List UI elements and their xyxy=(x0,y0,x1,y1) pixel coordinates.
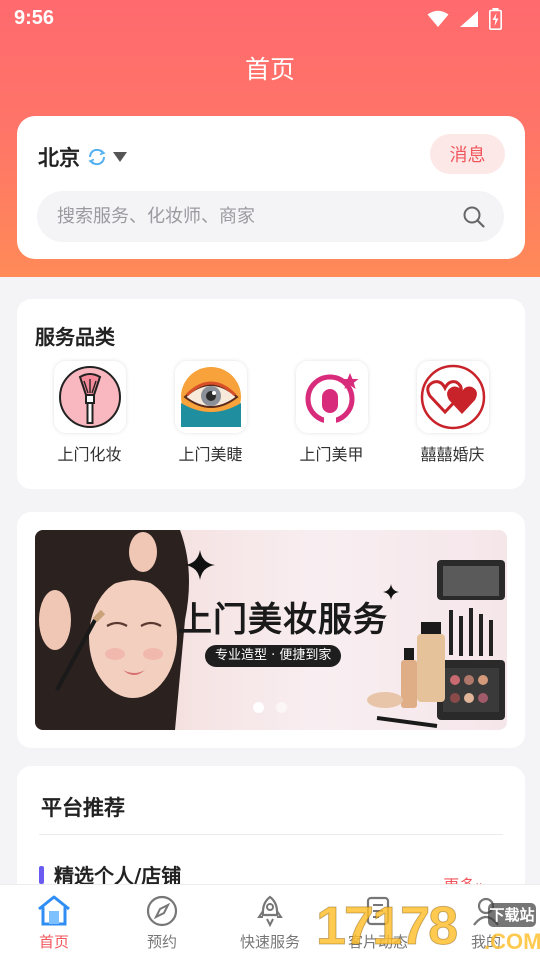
service-item-label: 上门美甲 xyxy=(299,445,364,464)
banner-subtitle: 专业造型 · 便捷到家 xyxy=(205,645,342,667)
service-category-grid: 上门化妆 上门美睫 上门美甲 囍囍婚庆 xyxy=(17,361,525,465)
wifi-icon xyxy=(427,10,449,27)
banner-title: 上门美妆服务 xyxy=(178,600,388,640)
status-time: 9:56 xyxy=(14,7,55,29)
cosmetics-illustration xyxy=(367,560,505,728)
status-icons xyxy=(427,8,502,30)
banner-pagination[interactable] xyxy=(253,702,287,713)
refresh-location-icon[interactable] xyxy=(86,146,108,168)
section-accent-bar xyxy=(39,865,44,884)
site-watermark: 17178 下载站 .COM xyxy=(315,893,540,960)
nail-icon xyxy=(295,361,368,433)
search-icon[interactable] xyxy=(462,205,486,233)
promo-banner[interactable]: 上门美妆服务 专业造型 · 便捷到家 xyxy=(35,530,507,730)
nav-label: 首页 xyxy=(38,933,69,951)
service-item-nail[interactable]: 上门美甲 xyxy=(271,361,392,465)
nav-item-booking[interactable]: 预约 xyxy=(108,885,216,960)
service-category-card: 服务品类 上门化妆 上门美睫 上门美甲 囍囍婚庆 xyxy=(17,299,525,489)
rocket-icon xyxy=(257,895,283,927)
search-card: 北京 消息 xyxy=(17,116,525,259)
message-button[interactable]: 消息 xyxy=(430,134,505,174)
chevron-down-icon[interactable] xyxy=(112,151,128,163)
eye-lash-icon xyxy=(174,361,247,433)
search-input[interactable] xyxy=(37,191,457,242)
service-category-title: 服务品类 xyxy=(35,325,115,349)
status-bar: 9:56 xyxy=(0,0,540,38)
city-name: 北京 xyxy=(38,146,80,170)
sparkle-icon xyxy=(185,550,215,580)
recommend-title: 平台推荐 xyxy=(41,796,125,820)
page-title: 首页 xyxy=(244,55,295,84)
battery-icon xyxy=(489,8,502,30)
city-selector[interactable]: 北京 xyxy=(38,142,128,172)
nav-item-quick-service[interactable]: 快速服务 xyxy=(216,885,324,960)
compass-icon xyxy=(146,895,178,927)
double-heart-icon xyxy=(416,361,489,433)
watermark-label: 下载站 xyxy=(488,903,536,927)
banner-card: 上门美妆服务 专业造型 · 便捷到家 xyxy=(17,512,525,748)
banner-dot-active[interactable] xyxy=(253,702,264,713)
watermark-domain: .COM xyxy=(484,929,540,954)
service-item-makeup[interactable]: 上门化妆 xyxy=(29,361,150,465)
nav-label: 快速服务 xyxy=(239,933,300,951)
service-item-label: 上门化妆 xyxy=(57,445,122,464)
service-item-eyelash[interactable]: 上门美睫 xyxy=(150,361,271,465)
signal-icon xyxy=(460,11,478,27)
watermark-number: 17178 xyxy=(315,896,458,957)
banner-dot[interactable] xyxy=(276,702,287,713)
service-item-label: 上门美睫 xyxy=(178,445,243,464)
makeup-brush-icon xyxy=(53,361,126,433)
nav-item-home[interactable]: 首页 xyxy=(0,885,108,960)
service-item-wedding[interactable]: 囍囍婚庆 xyxy=(392,361,513,465)
search-bar[interactable] xyxy=(37,191,504,242)
divider xyxy=(39,834,503,835)
service-item-label: 囍囍婚庆 xyxy=(420,445,485,464)
nav-label: 预约 xyxy=(146,933,177,951)
home-icon xyxy=(38,895,70,926)
